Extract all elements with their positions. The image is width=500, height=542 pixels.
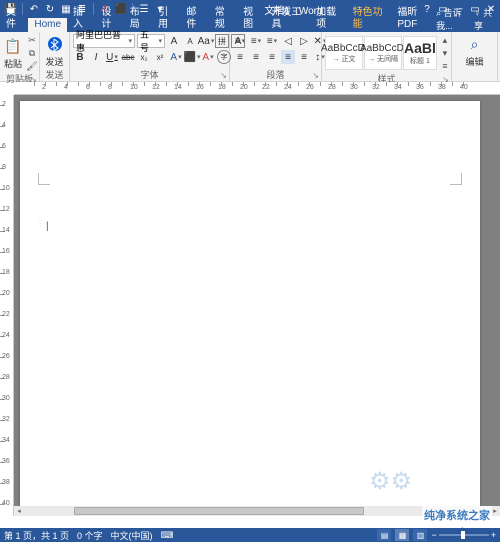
superscript-button[interactable]: x²: [153, 50, 167, 64]
format-painter-icon[interactable]: 🖌: [25, 60, 39, 72]
cut-icon[interactable]: ✂: [25, 34, 39, 46]
group-label-font: 字体↘: [70, 70, 229, 81]
status-wordcount[interactable]: 0 个字: [77, 529, 103, 542]
undo-icon[interactable]: ↶: [27, 2, 41, 16]
group-label-send: 发送: [40, 70, 69, 81]
styles-scroll-down-icon[interactable]: ▾: [438, 47, 452, 59]
bluetooth-send-button[interactable]: 发送: [43, 34, 66, 68]
zoom-slider[interactable]: [439, 534, 489, 536]
grow-font-icon[interactable]: A: [167, 34, 181, 48]
view-read-icon[interactable]: ▤: [377, 529, 391, 541]
ruler-horizontal[interactable]: 246810121416182022242628303234363840: [14, 82, 500, 95]
zoom-out-icon[interactable]: −: [431, 530, 436, 540]
tab-special[interactable]: 特色功能: [347, 6, 392, 32]
styles-expand-icon[interactable]: ≡: [438, 60, 452, 72]
italic-button[interactable]: I: [89, 50, 103, 64]
status-ime-icon[interactable]: ⌨: [161, 530, 174, 541]
style-name: → 正文: [333, 54, 356, 64]
tab-mailings[interactable]: 邮件: [180, 6, 208, 32]
decrease-indent-icon[interactable]: ◁: [281, 34, 295, 48]
increase-indent-icon[interactable]: ▷: [297, 34, 311, 48]
view-web-icon[interactable]: ▥: [413, 529, 427, 541]
align-justify-icon[interactable]: ≡: [281, 50, 295, 64]
clipboard-icon: 📋: [3, 36, 23, 56]
text-cursor: |: [46, 221, 49, 232]
styles-scroll-up-icon[interactable]: ▴: [438, 34, 452, 46]
style-name: 标题 1: [410, 56, 430, 66]
status-page[interactable]: 第 1 页，共 1 页: [4, 529, 69, 542]
dialog-launcher-icon[interactable]: ↘: [220, 70, 227, 81]
multilevel-button[interactable]: ≡▾: [265, 34, 279, 48]
shrink-font-icon[interactable]: A: [183, 34, 197, 48]
tab-file[interactable]: 文件: [0, 6, 28, 32]
font-color-icon[interactable]: A▾: [201, 50, 215, 64]
group-label-editing: [452, 70, 497, 81]
status-language[interactable]: 中文(中国): [111, 529, 153, 542]
find-icon: ⌕: [465, 34, 485, 54]
watermark-text: 纯净系统之家: [422, 506, 492, 524]
zoom-slider-thumb[interactable]: [461, 531, 465, 539]
tell-me-search[interactable]: ⌕ 告诉我...: [436, 6, 470, 32]
document-page[interactable]: ··· |: [20, 101, 480, 516]
align-distribute-icon[interactable]: ≡: [297, 50, 311, 64]
scroll-left-icon[interactable]: ◂: [14, 506, 24, 516]
style-normal[interactable]: AaBbCcDi → 正文: [325, 36, 363, 70]
group-label-paragraph: 段落↘: [230, 70, 321, 81]
tab-review[interactable]: 常规: [209, 6, 237, 32]
send-label: 发送: [45, 55, 63, 68]
highlight-color-icon[interactable]: ⬛▾: [185, 50, 199, 64]
document-viewport: ··· | ⚙⚙ ◂ ▸: [14, 95, 500, 516]
editing-label: 编辑: [465, 55, 483, 68]
style-heading1[interactable]: AaBl 标题 1: [403, 36, 437, 70]
copy-icon[interactable]: ⧉: [25, 47, 39, 59]
paste-label: 粘贴: [4, 57, 22, 70]
bluetooth-icon: [45, 34, 65, 54]
margin-dots: ···: [39, 220, 41, 229]
dialog-launcher-icon[interactable]: ↘: [312, 70, 319, 81]
subscript-button[interactable]: x₂: [137, 50, 151, 64]
redo-icon[interactable]: ↻: [43, 2, 57, 16]
find-button[interactable]: ⌕ 编辑: [462, 34, 488, 68]
scroll-thumb[interactable]: [74, 507, 364, 515]
underline-button[interactable]: U▾: [105, 50, 119, 64]
tab-view[interactable]: 视图: [237, 6, 265, 32]
text-effects-icon[interactable]: A▾: [169, 50, 183, 64]
tab-addins[interactable]: 加载项: [310, 6, 347, 32]
tab-home[interactable]: Home: [28, 18, 67, 32]
tab-devtools[interactable]: 开发工具: [265, 6, 310, 32]
font-name-combo[interactable]: 阿里巴巴普惠▾: [73, 34, 135, 48]
strikethrough-button[interactable]: abc: [121, 50, 135, 64]
style-preview: AaBl: [404, 40, 436, 56]
align-right-icon[interactable]: ≡: [265, 50, 279, 64]
enclose-char-icon[interactable]: 字: [217, 50, 231, 64]
view-print-icon[interactable]: ▦: [395, 529, 409, 541]
align-left-icon[interactable]: ≡: [233, 50, 247, 64]
share-button[interactable]: ♀ 共享: [474, 6, 496, 32]
style-name: → 无间隔: [368, 54, 398, 64]
phonetic-guide-icon[interactable]: 拼: [215, 34, 229, 48]
watermark-logo-icon: ⚙⚙: [369, 467, 412, 496]
style-nospacing[interactable]: AaBbCcDi → 无间隔: [364, 36, 402, 70]
align-center-icon[interactable]: ≡: [249, 50, 263, 64]
bullets-button[interactable]: ≡▾: [233, 34, 247, 48]
font-size-combo[interactable]: 五号▾: [137, 34, 165, 48]
style-preview: AaBbCcDi: [360, 43, 406, 54]
tab-foxit[interactable]: 福昕PDF: [391, 6, 436, 32]
bold-button[interactable]: B: [73, 50, 87, 64]
zoom-in-icon[interactable]: +: [491, 530, 496, 540]
numbering-button[interactable]: ≡▾: [249, 34, 263, 48]
ruler-vertical[interactable]: 246810121416182022242628303234363840: [0, 95, 14, 516]
paste-button[interactable]: 📋 粘贴: [3, 36, 23, 70]
change-case-icon[interactable]: Aa▾: [199, 34, 213, 48]
